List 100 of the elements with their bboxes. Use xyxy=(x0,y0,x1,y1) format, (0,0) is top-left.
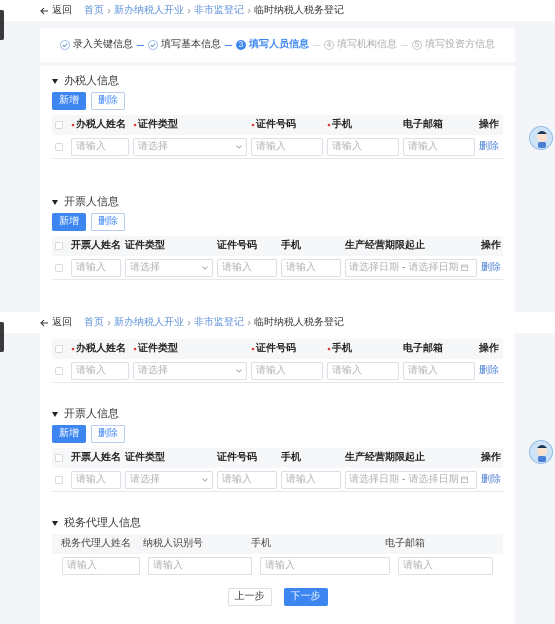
column-header: 手机 xyxy=(281,241,301,251)
chevron-down-icon xyxy=(236,368,242,372)
chevron-icon xyxy=(187,320,191,326)
column-header: 证件号码 xyxy=(217,453,257,463)
input-field[interactable]: 请输入 xyxy=(251,138,323,156)
checkbox[interactable] xyxy=(55,454,63,462)
column-header: 开票人姓名 xyxy=(71,241,121,251)
input-field[interactable]: 请输入 xyxy=(281,470,341,488)
step-label: 填写机构信息 xyxy=(337,40,397,50)
input-field[interactable]: 请输入 xyxy=(327,138,399,156)
column-header: 证件号码 xyxy=(217,241,257,251)
breadcrumb-link[interactable]: 非市监登记 xyxy=(194,6,244,16)
delete-link[interactable]: 删除 xyxy=(479,142,500,152)
range-separator: - xyxy=(402,262,406,272)
column-header: 办税人姓名 xyxy=(76,120,126,130)
column-header: 证件号码 xyxy=(256,344,296,354)
column-header: 办税人姓名 xyxy=(76,344,126,354)
input-field[interactable]: 请输入 xyxy=(217,258,277,276)
breadcrumb-link[interactable]: 新办纳税人开业 xyxy=(114,318,184,328)
input-field[interactable]: 请输入 xyxy=(71,258,121,276)
primary-button[interactable]: 新增 xyxy=(52,425,86,443)
primary-button[interactable]: 下一步 xyxy=(284,588,328,606)
input-field[interactable]: 请输入 xyxy=(251,362,323,380)
back-button[interactable]: 返回 xyxy=(40,318,72,328)
secondary-button[interactable]: 删除 xyxy=(91,425,125,443)
calendar-icon xyxy=(461,476,468,483)
select-field[interactable]: 请选择 xyxy=(133,138,247,156)
triangle-down-icon xyxy=(52,200,58,205)
secondary-button[interactable]: 删除 xyxy=(91,213,125,231)
select-field[interactable]: 请选择 xyxy=(125,470,213,488)
breadcrumb-link[interactable]: 首页 xyxy=(84,318,104,328)
date-range-field[interactable]: 请选择日期 - 请选择日期 xyxy=(345,470,477,488)
select-field[interactable]: 请选择 xyxy=(133,362,247,380)
input-field[interactable]: 请输入 xyxy=(71,138,129,156)
arrow-left-icon xyxy=(40,318,49,326)
breadcrumb-link[interactable]: 首页 xyxy=(84,6,104,16)
select-field[interactable]: 请选择 xyxy=(125,258,213,276)
chevron-down-icon xyxy=(236,144,242,148)
input-field[interactable]: 请输入 xyxy=(71,470,121,488)
column-header: 操作 xyxy=(481,453,501,463)
mascot-icon xyxy=(529,440,553,464)
step-label: 录入关键信息 xyxy=(73,40,133,50)
section-title: 开票人信息 xyxy=(64,197,119,208)
checkbox[interactable] xyxy=(55,264,63,272)
delete-link[interactable]: 删除 xyxy=(481,262,501,272)
input-field[interactable]: 请输入 xyxy=(217,470,277,488)
column-header: 电子邮箱 xyxy=(403,120,443,130)
input-field[interactable]: 请输入 xyxy=(403,138,475,156)
breadcrumb-link[interactable]: 新办纳税人开业 xyxy=(114,6,184,16)
calendar-icon xyxy=(461,264,468,271)
checkbox[interactable] xyxy=(55,366,63,374)
secondary-button[interactable]: 删除 xyxy=(91,92,125,110)
column-header: 证件类型 xyxy=(138,344,178,354)
step-number: 5 xyxy=(412,40,422,50)
input-field[interactable]: 请输入 xyxy=(398,557,493,575)
end-date-placeholder: 请选择日期 xyxy=(408,474,458,484)
column-header: 手机 xyxy=(332,120,352,130)
range-separator: - xyxy=(402,474,406,484)
input-field[interactable]: 请输入 xyxy=(327,362,399,380)
checkbox[interactable] xyxy=(55,142,63,150)
input-field[interactable]: 请输入 xyxy=(403,362,475,380)
input-field[interactable]: 请输入 xyxy=(281,258,341,276)
step-connector xyxy=(313,44,320,46)
mascot-icon xyxy=(529,126,553,150)
section-title: 税务代理人信息 xyxy=(64,518,141,529)
input-field[interactable]: 请输入 xyxy=(148,557,252,575)
checkbox[interactable] xyxy=(55,345,63,353)
primary-button[interactable]: 新增 xyxy=(52,92,86,110)
breadcrumb-current: 临时纳税人税务登记 xyxy=(254,318,344,328)
step-connector xyxy=(137,44,144,46)
step-connector xyxy=(401,44,408,46)
input-field[interactable]: 请输入 xyxy=(260,557,390,575)
primary-button[interactable]: 新增 xyxy=(52,213,86,231)
input-field[interactable]: 请输入 xyxy=(62,557,140,575)
column-header: 操作 xyxy=(479,344,499,354)
chevron-down-icon xyxy=(202,266,208,270)
column-header: 手机 xyxy=(281,453,301,463)
checkbox[interactable] xyxy=(55,242,63,250)
arrow-left-icon xyxy=(40,6,49,14)
side-tab[interactable] xyxy=(0,322,4,352)
delete-link[interactable]: 删除 xyxy=(481,474,501,484)
step-label: 填写人员信息 xyxy=(249,40,309,50)
chevron-icon xyxy=(247,8,251,14)
delete-link[interactable]: 删除 xyxy=(479,366,500,376)
breadcrumb-link[interactable]: 非市监登记 xyxy=(194,318,244,328)
step-label: 填写投资方信息 xyxy=(425,40,495,50)
column-header: 证件类型 xyxy=(125,241,165,251)
date-range-field[interactable]: 请选择日期 - 请选择日期 xyxy=(345,258,477,276)
column-header: 操作 xyxy=(481,241,501,251)
column-header: 手机 xyxy=(332,344,352,354)
chevron-icon xyxy=(187,8,191,14)
back-button[interactable]: 返回 xyxy=(40,6,72,16)
end-date-placeholder: 请选择日期 xyxy=(408,262,458,272)
input-field[interactable]: 请输入 xyxy=(71,362,129,380)
checkbox[interactable] xyxy=(55,121,63,129)
checkbox[interactable] xyxy=(55,476,63,484)
triangle-down-icon xyxy=(52,521,58,526)
column-header: 开票人姓名 xyxy=(71,453,121,463)
side-tab[interactable] xyxy=(0,10,4,40)
secondary-button[interactable]: 上一步 xyxy=(228,588,272,606)
